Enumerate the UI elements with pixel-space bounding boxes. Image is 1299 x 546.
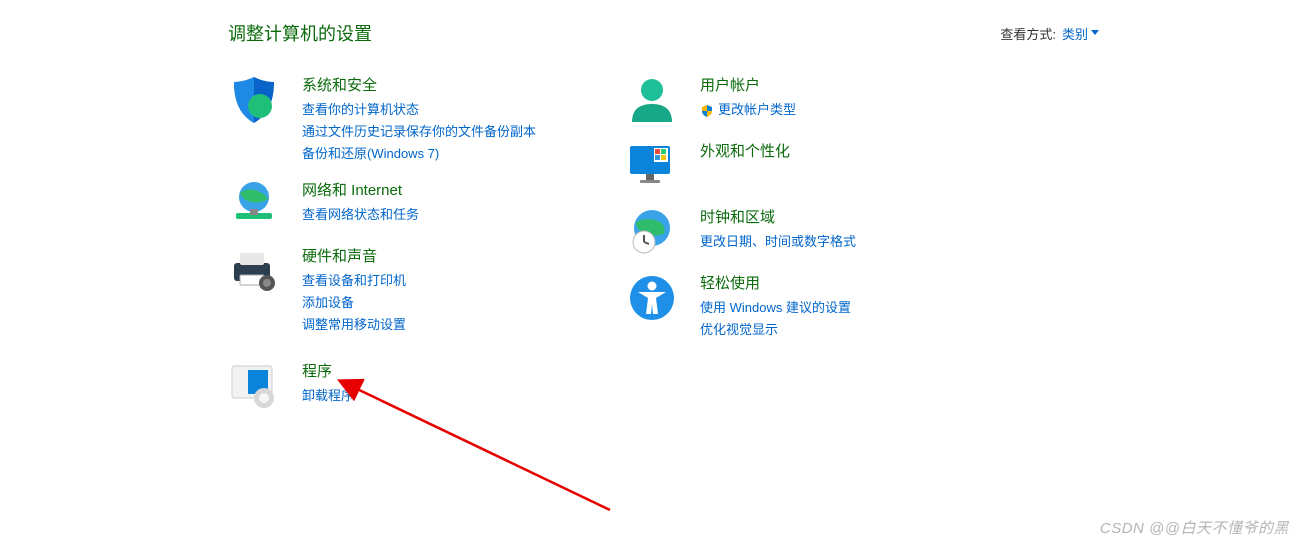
link-change-account-type-text: 更改帐户类型 <box>718 102 796 117</box>
link-backup-restore-win7[interactable]: 备份和还原(Windows 7) <box>302 143 536 165</box>
category-user-accounts: 用户帐户 更改帐户类型 <box>626 74 856 126</box>
uac-shield-icon <box>700 104 714 118</box>
view-by: 查看方式: 类别 <box>1000 24 1099 43</box>
link-change-account-type[interactable]: 更改帐户类型 <box>700 99 796 121</box>
link-mobility-settings[interactable]: 调整常用移动设置 <box>302 314 406 336</box>
link-change-date-time-format[interactable]: 更改日期、时间或数字格式 <box>700 231 856 253</box>
link-optimize-visual[interactable]: 优化视觉显示 <box>700 319 851 341</box>
category-title-network[interactable]: 网络和 Internet <box>302 179 419 200</box>
link-check-pc-status[interactable]: 查看你的计算机状态 <box>302 99 536 121</box>
right-column: 用户帐户 更改帐户类型 <box>626 74 856 426</box>
category-title-system-security[interactable]: 系统和安全 <box>302 74 536 95</box>
category-programs: 程序 卸载程序 <box>228 360 536 412</box>
user-icon <box>626 74 678 126</box>
category-title-ease-of-access[interactable]: 轻松使用 <box>700 272 851 293</box>
link-add-device[interactable]: 添加设备 <box>302 292 406 314</box>
view-by-label: 查看方式: <box>1000 24 1056 43</box>
shield-icon <box>228 74 280 126</box>
printer-hardware-icon <box>228 245 280 297</box>
view-by-dropdown[interactable]: 类别 <box>1062 24 1099 43</box>
category-clock-region: 时钟和区域 更改日期、时间或数字格式 <box>626 206 856 258</box>
category-appearance: 外观和个性化 <box>626 140 856 192</box>
view-by-value: 类别 <box>1062 24 1088 43</box>
category-title-hardware[interactable]: 硬件和声音 <box>302 245 406 266</box>
category-title-clock-region[interactable]: 时钟和区域 <box>700 206 856 227</box>
category-title-programs[interactable]: 程序 <box>302 360 354 381</box>
link-windows-recommended[interactable]: 使用 Windows 建议的设置 <box>700 297 851 319</box>
chevron-down-icon <box>1091 30 1099 36</box>
category-ease-of-access: 轻松使用 使用 Windows 建议的设置 优化视觉显示 <box>626 272 856 341</box>
link-devices-printers[interactable]: 查看设备和打印机 <box>302 270 406 292</box>
category-network: 网络和 Internet 查看网络状态和任务 <box>228 179 536 231</box>
watermark: CSDN @@白天不懂爷的黑 <box>1100 517 1289 538</box>
category-hardware: 硬件和声音 查看设备和打印机 添加设备 调整常用移动设置 <box>228 245 536 336</box>
link-network-status[interactable]: 查看网络状态和任务 <box>302 204 419 226</box>
globe-network-icon <box>228 179 280 231</box>
category-title-user-accounts[interactable]: 用户帐户 <box>700 74 796 95</box>
monitor-appearance-icon <box>626 140 678 192</box>
globe-clock-icon <box>626 206 678 258</box>
link-file-history-backup[interactable]: 通过文件历史记录保存你的文件备份副本 <box>302 121 536 143</box>
programs-icon <box>228 360 280 412</box>
accessibility-icon <box>626 272 678 324</box>
page-title: 调整计算机的设置 <box>228 20 372 46</box>
category-title-appearance[interactable]: 外观和个性化 <box>700 140 790 161</box>
category-system-security: 系统和安全 查看你的计算机状态 通过文件历史记录保存你的文件备份副本 备份和还原… <box>228 74 536 165</box>
left-column: 系统和安全 查看你的计算机状态 通过文件历史记录保存你的文件备份副本 备份和还原… <box>228 74 536 426</box>
link-uninstall-program[interactable]: 卸载程序 <box>302 385 354 407</box>
